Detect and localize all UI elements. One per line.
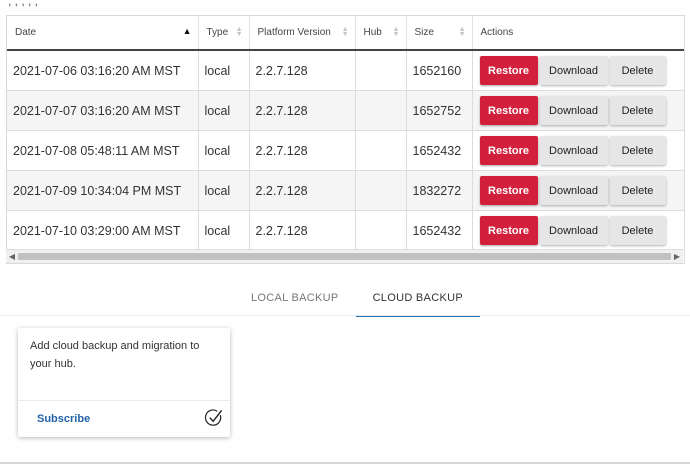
sort-icon: ▲ ▼ — [235, 26, 243, 38]
delete-button[interactable]: Delete — [609, 56, 666, 85]
restore-button[interactable]: Restore — [479, 176, 538, 205]
download-button[interactable]: Download — [539, 96, 608, 125]
tab-local-backup[interactable]: LOCAL BACKUP — [234, 285, 356, 315]
column-header-size[interactable]: Size ▲ ▼ — [406, 16, 473, 51]
cell-hub — [355, 130, 407, 171]
cell-size: 1652160 — [406, 50, 473, 91]
cell-size: 1652432 — [406, 130, 473, 171]
sort-icon: ▲ ▼ — [392, 26, 400, 38]
cell-date: 2021-07-08 05:48:11 AM MST — [7, 130, 199, 171]
bottom-divider — [0, 462, 690, 464]
cell-type: local — [198, 170, 250, 211]
cell-type: local — [198, 50, 250, 91]
delete-button[interactable]: Delete — [609, 176, 666, 205]
column-header-label: Date — [15, 27, 37, 38]
sort-icon: ▲ ▼ — [341, 26, 349, 38]
tabs-divider — [0, 315, 690, 316]
cloud-backup-description: Add cloud backup and migration to your h… — [30, 340, 200, 370]
cell-hub — [355, 210, 407, 251]
scroll-left-icon[interactable]: ◀ — [7, 251, 17, 262]
tab-cloud-backup[interactable]: CLOUD BACKUP — [355, 285, 480, 317]
download-button[interactable]: Download — [539, 56, 608, 85]
cell-platform-version: 2.2.7.128 — [249, 90, 356, 131]
download-button[interactable]: Download — [539, 216, 608, 245]
delete-button[interactable]: Delete — [609, 136, 666, 165]
column-header-label: Type — [206, 27, 229, 38]
cell-type: local — [198, 130, 250, 171]
card-divider — [18, 400, 230, 401]
cell-platform-version: 2.2.7.128 — [249, 130, 356, 171]
column-header-label: Platform Version — [257, 27, 331, 38]
cell-size: 1832272 — [406, 170, 473, 211]
cell-actions: Restore Download Delete — [472, 170, 684, 211]
cell-platform-version: 2.2.7.128 — [249, 50, 356, 91]
column-header-type[interactable]: Type ▲ ▼ — [198, 16, 250, 51]
top-cutoff-strip: , , , , , — [0, 0, 690, 12]
scroll-right-icon[interactable]: ▶ — [672, 251, 682, 262]
backup-tabs: LOCAL BACKUP CLOUD BACKUP — [234, 285, 480, 317]
delete-button[interactable]: Delete — [609, 216, 666, 245]
cell-date: 2021-07-07 03:16:20 AM MST — [7, 90, 199, 131]
table-row: 2021-07-07 03:16:20 AM MST local 2.2.7.1… — [7, 90, 684, 131]
check-circle-icon — [204, 409, 223, 426]
cell-actions: Restore Download Delete — [472, 90, 684, 131]
column-header-date[interactable]: Date ▲ — [7, 16, 199, 51]
column-header-hub[interactable]: Hub ▲ ▼ — [355, 16, 407, 51]
column-header-label: Hub — [363, 27, 382, 38]
sort-icon: ▲ ▼ — [458, 26, 466, 38]
restore-button[interactable]: Restore — [479, 216, 538, 245]
table-header-row: Date ▲ Type ▲ ▼ Platform Version ▲ ▼ Hub ▲… — [7, 16, 684, 51]
column-header-label: Actions — [480, 27, 514, 38]
download-button[interactable]: Download — [539, 176, 608, 205]
cell-platform-version: 2.2.7.128 — [249, 210, 356, 251]
cell-date: 2021-07-06 03:16:20 AM MST — [7, 50, 199, 91]
cell-platform-version: 2.2.7.128 — [249, 170, 356, 211]
table-row: 2021-07-08 05:48:11 AM MST local 2.2.7.1… — [7, 130, 684, 171]
cell-hub — [355, 170, 407, 211]
cloud-backup-card: Add cloud backup and migration to your h… — [18, 328, 230, 437]
delete-button[interactable]: Delete — [609, 96, 666, 125]
cell-hub — [355, 90, 407, 131]
scrollbar-thumb[interactable] — [18, 253, 671, 260]
restore-button[interactable]: Restore — [479, 136, 538, 165]
table-row: 2021-07-10 03:29:00 AM MST local 2.2.7.1… — [7, 210, 684, 251]
backups-table: Date ▲ Type ▲ ▼ Platform Version ▲ ▼ Hub ▲… — [7, 16, 684, 251]
cell-size: 1652432 — [406, 210, 473, 251]
column-header-platform-version[interactable]: Platform Version ▲ ▼ — [249, 16, 356, 51]
cell-date: 2021-07-10 03:29:00 AM MST — [7, 210, 199, 251]
cell-type: local — [198, 210, 250, 251]
table-row: 2021-07-09 10:34:04 PM MST local 2.2.7.1… — [7, 170, 684, 211]
download-button[interactable]: Download — [539, 136, 608, 165]
column-header-actions: Actions — [472, 16, 684, 51]
restore-button[interactable]: Restore — [479, 96, 538, 125]
column-header-label: Size — [414, 27, 434, 38]
sort-ascending-icon: ▲ — [182, 26, 192, 36]
cell-date: 2021-07-09 10:34:04 PM MST — [7, 170, 199, 211]
subscribe-link[interactable]: Subscribe — [37, 413, 90, 425]
restore-button[interactable]: Restore — [479, 56, 538, 85]
cell-size: 1652752 — [406, 90, 473, 131]
horizontal-scrollbar[interactable]: ◀ ▶ — [6, 249, 683, 263]
cell-actions: Restore Download Delete — [472, 130, 684, 171]
cell-hub — [355, 50, 407, 91]
cut-off-text: , , , , , — [8, 0, 39, 8]
cell-type: local — [198, 90, 250, 131]
table-row: 2021-07-06 03:16:20 AM MST local 2.2.7.1… — [7, 50, 684, 91]
cell-actions: Restore Download Delete — [472, 50, 684, 91]
cell-actions: Restore Download Delete — [472, 210, 684, 251]
backups-table-container: Date ▲ Type ▲ ▼ Platform Version ▲ ▼ Hub ▲… — [6, 15, 685, 264]
